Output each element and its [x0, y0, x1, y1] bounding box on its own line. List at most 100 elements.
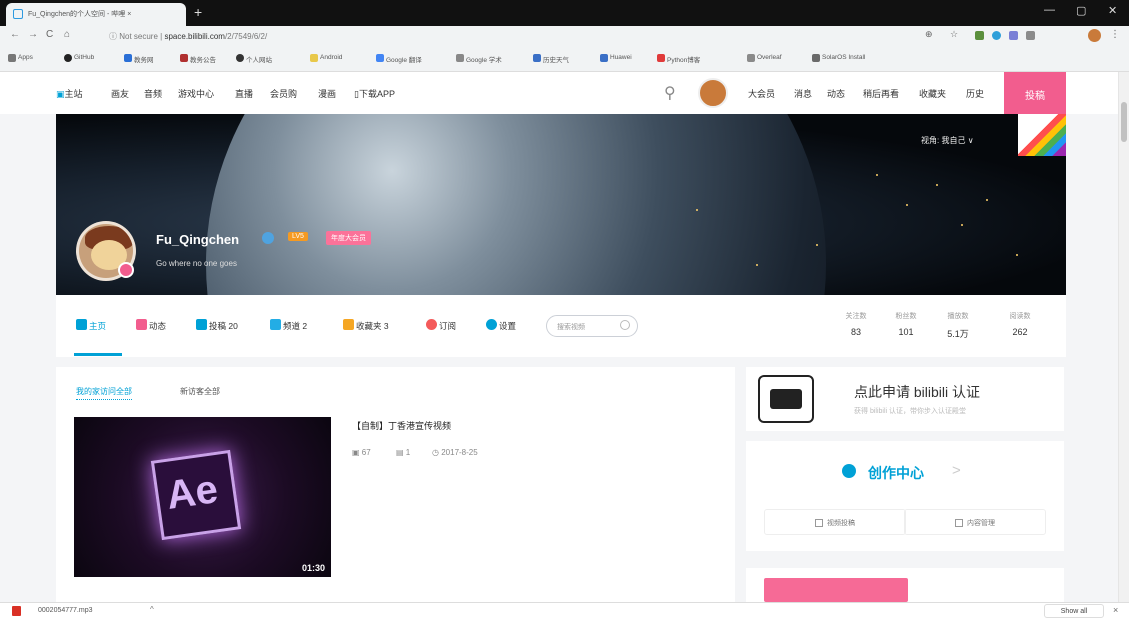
bookmark-jiaowu[interactable]: 教务网: [124, 54, 154, 64]
bookmark-weather[interactable]: 历史天气: [533, 54, 569, 64]
bookmark-apps[interactable]: Apps: [8, 54, 33, 62]
nav-game-center[interactable]: 游戏中心: [178, 87, 214, 100]
video-thumbnail[interactable]: Ae 01:30: [74, 417, 331, 577]
nav-vip[interactable]: 大会员: [748, 87, 775, 100]
chevron-right-icon[interactable]: >: [952, 462, 961, 479]
nav-main-site[interactable]: ▣主站: [56, 87, 83, 100]
forward-icon[interactable]: →: [28, 29, 38, 40]
page-scrollbar[interactable]: [1118, 72, 1129, 602]
video-search-input[interactable]: 搜索视频: [546, 315, 638, 337]
extension-icon[interactable]: [1026, 31, 1035, 40]
address-bar[interactable]: ⓘ Not secure | space.bilibili.com/2/7549…: [103, 28, 903, 44]
close-window-button[interactable]: ✕: [1108, 4, 1117, 17]
nav-live[interactable]: 直播: [235, 87, 253, 100]
minimize-button[interactable]: —: [1044, 4, 1055, 16]
banner-corner-icon[interactable]: [1018, 114, 1066, 156]
nav-huayou[interactable]: 画友: [111, 87, 129, 100]
menu-icon[interactable]: ⋮: [1110, 29, 1120, 40]
heart-icon: [426, 319, 437, 330]
extension-icon[interactable]: [992, 31, 1001, 40]
nav-shop[interactable]: 会员购: [270, 87, 297, 100]
tab-subscriptions[interactable]: 订阅: [426, 319, 456, 332]
profile-subnav: 主页 动态 投稿 20 频道 2 收藏夹 3 订阅 设置 搜索视频 关注数 83 …: [56, 295, 1066, 357]
chevron-up-icon[interactable]: ^: [150, 605, 154, 614]
tab-settings[interactable]: 设置: [486, 319, 516, 332]
nav-messages[interactable]: 消息: [794, 87, 812, 100]
upload-icon: [815, 519, 823, 528]
star-icon[interactable]: ☆: [950, 29, 958, 40]
scrollbar-thumb[interactable]: [1121, 102, 1127, 142]
clock-icon: ◷: [432, 448, 439, 457]
bookmark-google-scholar[interactable]: Google 学术: [456, 54, 502, 64]
play-icon: ▣: [352, 448, 360, 457]
dynamics-icon: [136, 319, 147, 330]
downloads-bar: 0002054777.mp3 ^ Show all ×: [0, 602, 1129, 619]
bookmark-notice[interactable]: 教务公告: [180, 54, 216, 64]
upload-button[interactable]: 投稿: [1004, 72, 1066, 114]
stat-followers[interactable]: 粉丝数 101: [886, 311, 926, 337]
nav-download-app[interactable]: ▯下载APP: [354, 87, 395, 100]
pink-action-button[interactable]: [764, 578, 908, 602]
close-downloads-button[interactable]: ×: [1113, 605, 1118, 615]
extension-icon[interactable]: [975, 31, 984, 40]
creator-center-link[interactable]: 创作中心: [868, 463, 924, 483]
user-avatar[interactable]: [698, 78, 728, 108]
nav-favorites[interactable]: 收藏夹: [919, 87, 946, 100]
certification-card[interactable]: 点此申请 bilibili 认证 获得 bilibili 认证，带你步入认证殿堂: [746, 367, 1064, 431]
username: Fu_Qingchen: [156, 232, 240, 247]
nav-dynamics[interactable]: 动态: [827, 87, 845, 100]
video-upload-button[interactable]: 视频投稿: [764, 509, 906, 535]
earth-image: [206, 114, 826, 295]
tab-uploads[interactable]: 投稿 20: [196, 319, 238, 332]
site-header: ▣主站 画友 音频 游戏中心 直播 会员购 漫画 ▯下载APP ⚲ 大会员 消息…: [0, 72, 1118, 114]
bookmark-solaros[interactable]: SolarOS Install: [812, 54, 865, 62]
nav-audio[interactable]: 音频: [144, 87, 162, 100]
new-tab-button[interactable]: +: [194, 4, 202, 20]
back-icon[interactable]: ←: [10, 29, 20, 40]
video-comments: ▤ 1: [396, 448, 411, 457]
tab-channels[interactable]: 频道 2: [270, 319, 307, 332]
maximize-button[interactable]: ▢: [1076, 4, 1086, 17]
show-all-button[interactable]: Show all: [1044, 604, 1104, 618]
search-icon[interactable]: ⚲: [664, 83, 676, 103]
bookmark-github[interactable]: GitHub: [64, 54, 94, 62]
content-manage-button[interactable]: 内容管理: [904, 509, 1046, 535]
bookmark-python[interactable]: Python博客: [657, 54, 700, 64]
home-icon[interactable]: ⌂: [64, 29, 70, 40]
security-label: Not secure: [119, 32, 158, 41]
tab-favorites[interactable]: 收藏夹 3: [343, 319, 389, 332]
browser-tab[interactable]: Fu_Qingchen的个人空间 - 哔哩 ×: [6, 3, 186, 26]
video-title[interactable]: 【自制】丁香港宣传视频: [352, 419, 451, 432]
viewer-select[interactable]: 视角: 我自己 ∨: [921, 135, 974, 146]
tab-my-visits[interactable]: 我的家访问全部: [76, 386, 132, 400]
reload-icon[interactable]: C: [46, 29, 53, 40]
sidebar-card: [746, 568, 1064, 602]
bookmark-site[interactable]: 个人网站: [236, 54, 272, 64]
extension-icon[interactable]: [1009, 31, 1018, 40]
profile-avatar[interactable]: [1088, 29, 1101, 42]
stat-reads: 阅读数 262: [1009, 313, 1031, 337]
bookmark-overleaf[interactable]: Overleaf: [747, 54, 782, 62]
nav-manga[interactable]: 漫画: [318, 87, 336, 100]
profile-banner: Fu_Qingchen LV5 年度大会员 Go where no one go…: [56, 114, 1066, 295]
manage-icon: [955, 519, 963, 528]
tab-new-visitors[interactable]: 新访客全部: [180, 386, 220, 397]
zoom-icon[interactable]: ⊕: [925, 29, 933, 40]
verified-icon: [262, 232, 274, 244]
tab-home[interactable]: 主页: [76, 319, 106, 332]
video-duration: 01:30: [301, 563, 325, 573]
tab-dynamics[interactable]: 动态: [136, 319, 166, 332]
bookmark-android[interactable]: Android: [310, 54, 342, 62]
nav-watch-later[interactable]: 稍后再看: [863, 87, 899, 100]
stat-following[interactable]: 关注数 83: [836, 311, 876, 337]
search-icon[interactable]: [620, 320, 630, 330]
url-host: space.bilibili.com: [164, 32, 225, 41]
nav-history[interactable]: 历史: [966, 87, 984, 100]
channel-icon: [270, 319, 281, 330]
download-item[interactable]: 0002054777.mp3: [38, 607, 93, 614]
bilibili-tv-mascot-icon: [758, 375, 814, 423]
certification-title[interactable]: 点此申请 bilibili 认证: [854, 382, 980, 402]
bookmark-huawei[interactable]: Huawei: [600, 54, 632, 62]
bookmark-google-translate[interactable]: Google 翻译: [376, 54, 422, 64]
signature[interactable]: Go where no one goes: [156, 259, 237, 268]
